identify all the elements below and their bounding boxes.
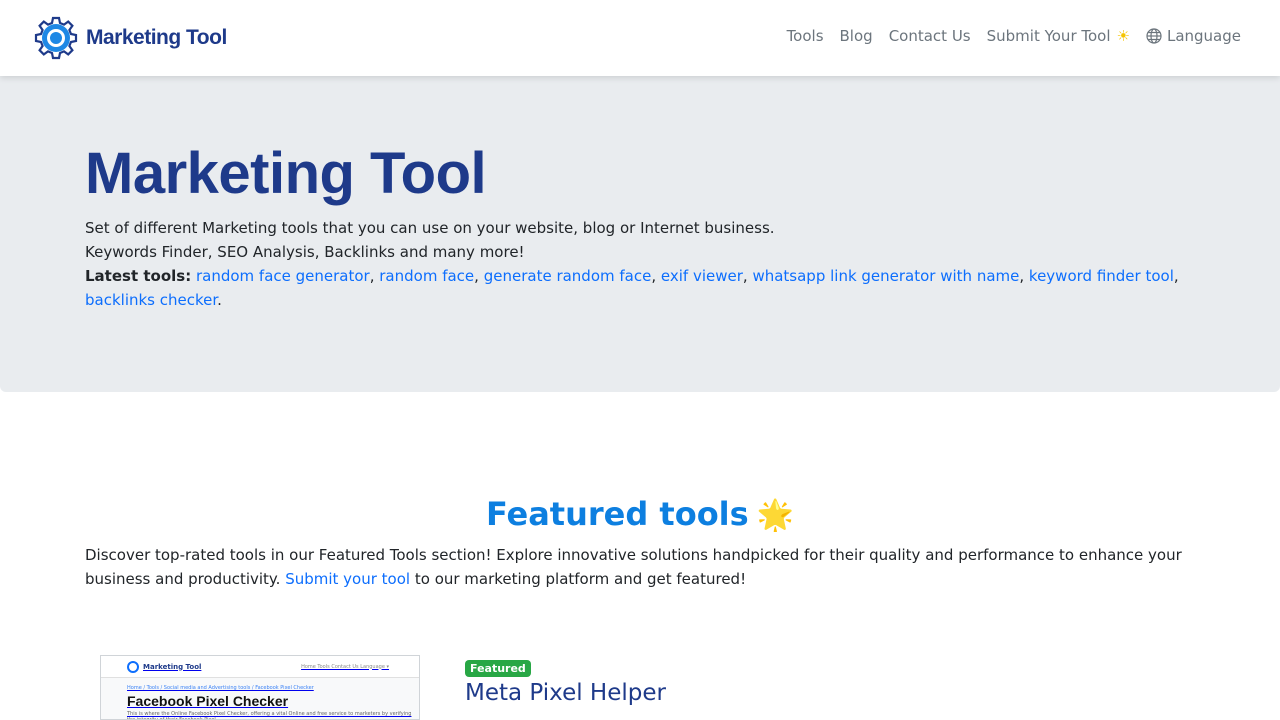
nav-submit-tool[interactable]: Submit Your Tool ☀ [987,27,1130,45]
thumb-navbar: Marketing Tool Home Tools Contact Us Lan… [101,656,419,678]
thumb-breadcrumb: Home / Tools / Social media and Advertis… [127,685,314,691]
thumb-menu: Home Tools Contact Us Language ▾ [301,663,389,670]
hero-description: Set of different Marketing tools that yo… [85,216,1195,312]
gear-logo-icon [34,16,78,60]
sun-icon: ☀ [1116,27,1130,45]
brand-name: Marketing Tool [86,26,227,49]
nav-language[interactable]: Language [1146,27,1241,45]
thumb-text: This is where the Online Facebook Pixel … [127,711,412,720]
thumb-brand: Marketing Tool [143,662,202,671]
hero-section: Marketing Tool Set of different Marketin… [0,76,1280,392]
thumb-title: Facebook Pixel Checker [127,693,289,709]
thumb-logo-icon [127,660,139,673]
featured-description: Discover top-rated tools in our Featured… [85,543,1195,591]
hero-line-1: Set of different Marketing tools that yo… [85,219,775,237]
star-icon: 🌟 [756,498,795,533]
latest-tools-label: Latest tools: [85,267,192,285]
latest-tool-link[interactable]: keyword finder tool [1029,267,1174,285]
latest-tools: Latest tools: random face generator, ran… [85,267,1179,309]
latest-tool-link[interactable]: random face generator [196,267,370,285]
submit-tool-link[interactable]: Submit your tool [285,570,410,588]
latest-tool-link[interactable]: whatsapp link generator with name [752,267,1019,285]
brand-link[interactable]: Marketing Tool [31,13,227,63]
latest-tool-link[interactable]: backlinks checker [85,291,217,309]
nav-submit-label: Submit Your Tool [986,27,1111,45]
tool-thumbnail[interactable]: Marketing Tool Home Tools Contact Us Lan… [100,655,420,720]
nav-tools[interactable]: Tools [787,27,824,45]
hero-title: Marketing Tool [85,141,487,206]
nav-language-label: Language [1166,27,1241,45]
globe-icon [1146,28,1162,44]
top-navbar: Marketing Tool Tools Blog Contact Us Sub… [0,0,1280,76]
latest-tool-link[interactable]: exif viewer [661,267,743,285]
hero-line-2: Keywords Finder, SEO Analysis, Backlinks… [85,243,525,261]
tool-card-title[interactable]: Meta Pixel Helper [465,680,666,706]
nav-blog[interactable]: Blog [840,27,873,45]
featured-title: Featured tools 🌟 [0,495,1280,533]
latest-tool-link[interactable]: random face [379,267,474,285]
featured-desc-end: to our marketing platform and get featur… [410,570,747,588]
featured-badge: Featured [465,660,531,677]
nav-menu: Tools Blog Contact Us Submit Your Tool ☀… [771,27,1241,45]
latest-tool-link[interactable]: generate random face [484,267,652,285]
featured-title-text: Featured tools [485,495,749,533]
nav-contact[interactable]: Contact Us [889,27,971,45]
